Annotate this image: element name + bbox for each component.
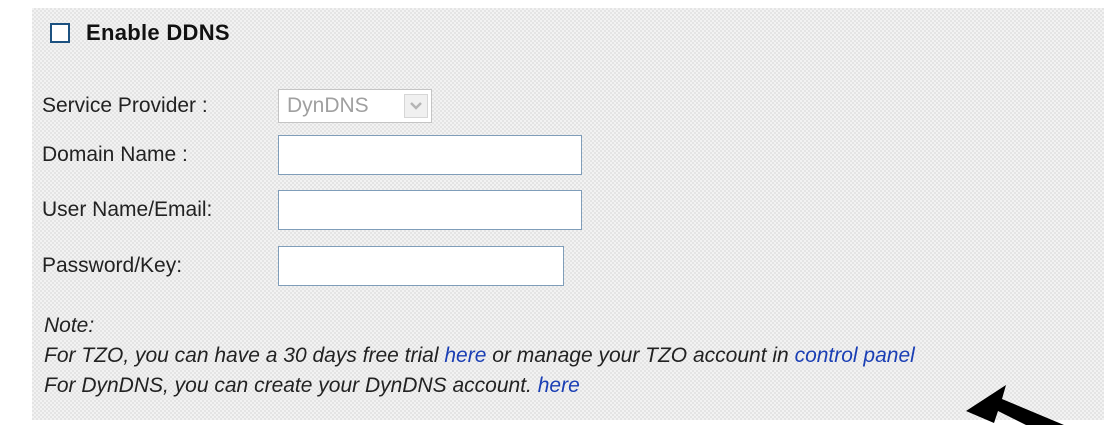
note-dyndns-prefix: For DynDNS, you can create your DynDNS a… [44,374,532,397]
ddns-settings-panel: Enable DDNS Service Provider : DynDNS Do… [32,8,1104,420]
domain-name-input[interactable] [278,135,582,175]
arrow-pointer-icon [966,385,1064,425]
tzo-control-panel-link[interactable]: control panel [795,344,915,367]
user-name-label: User Name/Email: [42,198,213,221]
service-provider-label: Service Provider : [42,94,208,117]
note-tzo-middle: or manage your TZO account in [492,344,789,367]
enable-ddns-label: Enable DDNS [86,20,230,45]
service-provider-row: Service Provider : DynDNS [42,89,432,123]
note-tzo-line: For TZO, you can have a 30 days free tri… [44,344,915,368]
domain-name-label: Domain Name : [42,143,188,166]
password-row: Password/Key: [42,246,564,286]
enable-ddns-row: Enable DDNS [50,20,230,46]
tzo-here-link[interactable]: here [444,344,486,367]
service-provider-select[interactable]: DynDNS [278,89,432,123]
enable-ddns-checkbox[interactable] [50,23,70,43]
note-dyndns-line: For DynDNS, you can create your DynDNS a… [44,374,580,398]
password-input[interactable] [278,246,564,286]
domain-name-row: Domain Name : [42,135,582,175]
dyndns-here-link[interactable]: here [538,374,580,397]
note-title: Note: [44,314,95,337]
dropdown-button[interactable] [404,94,428,118]
note-tzo-prefix: For TZO, you can have a 30 days free tri… [44,344,439,367]
user-name-input[interactable] [278,190,582,230]
chevron-down-icon [410,102,422,110]
password-label: Password/Key: [42,254,183,277]
service-provider-value: DynDNS [287,94,369,117]
user-name-row: User Name/Email: [42,190,582,230]
